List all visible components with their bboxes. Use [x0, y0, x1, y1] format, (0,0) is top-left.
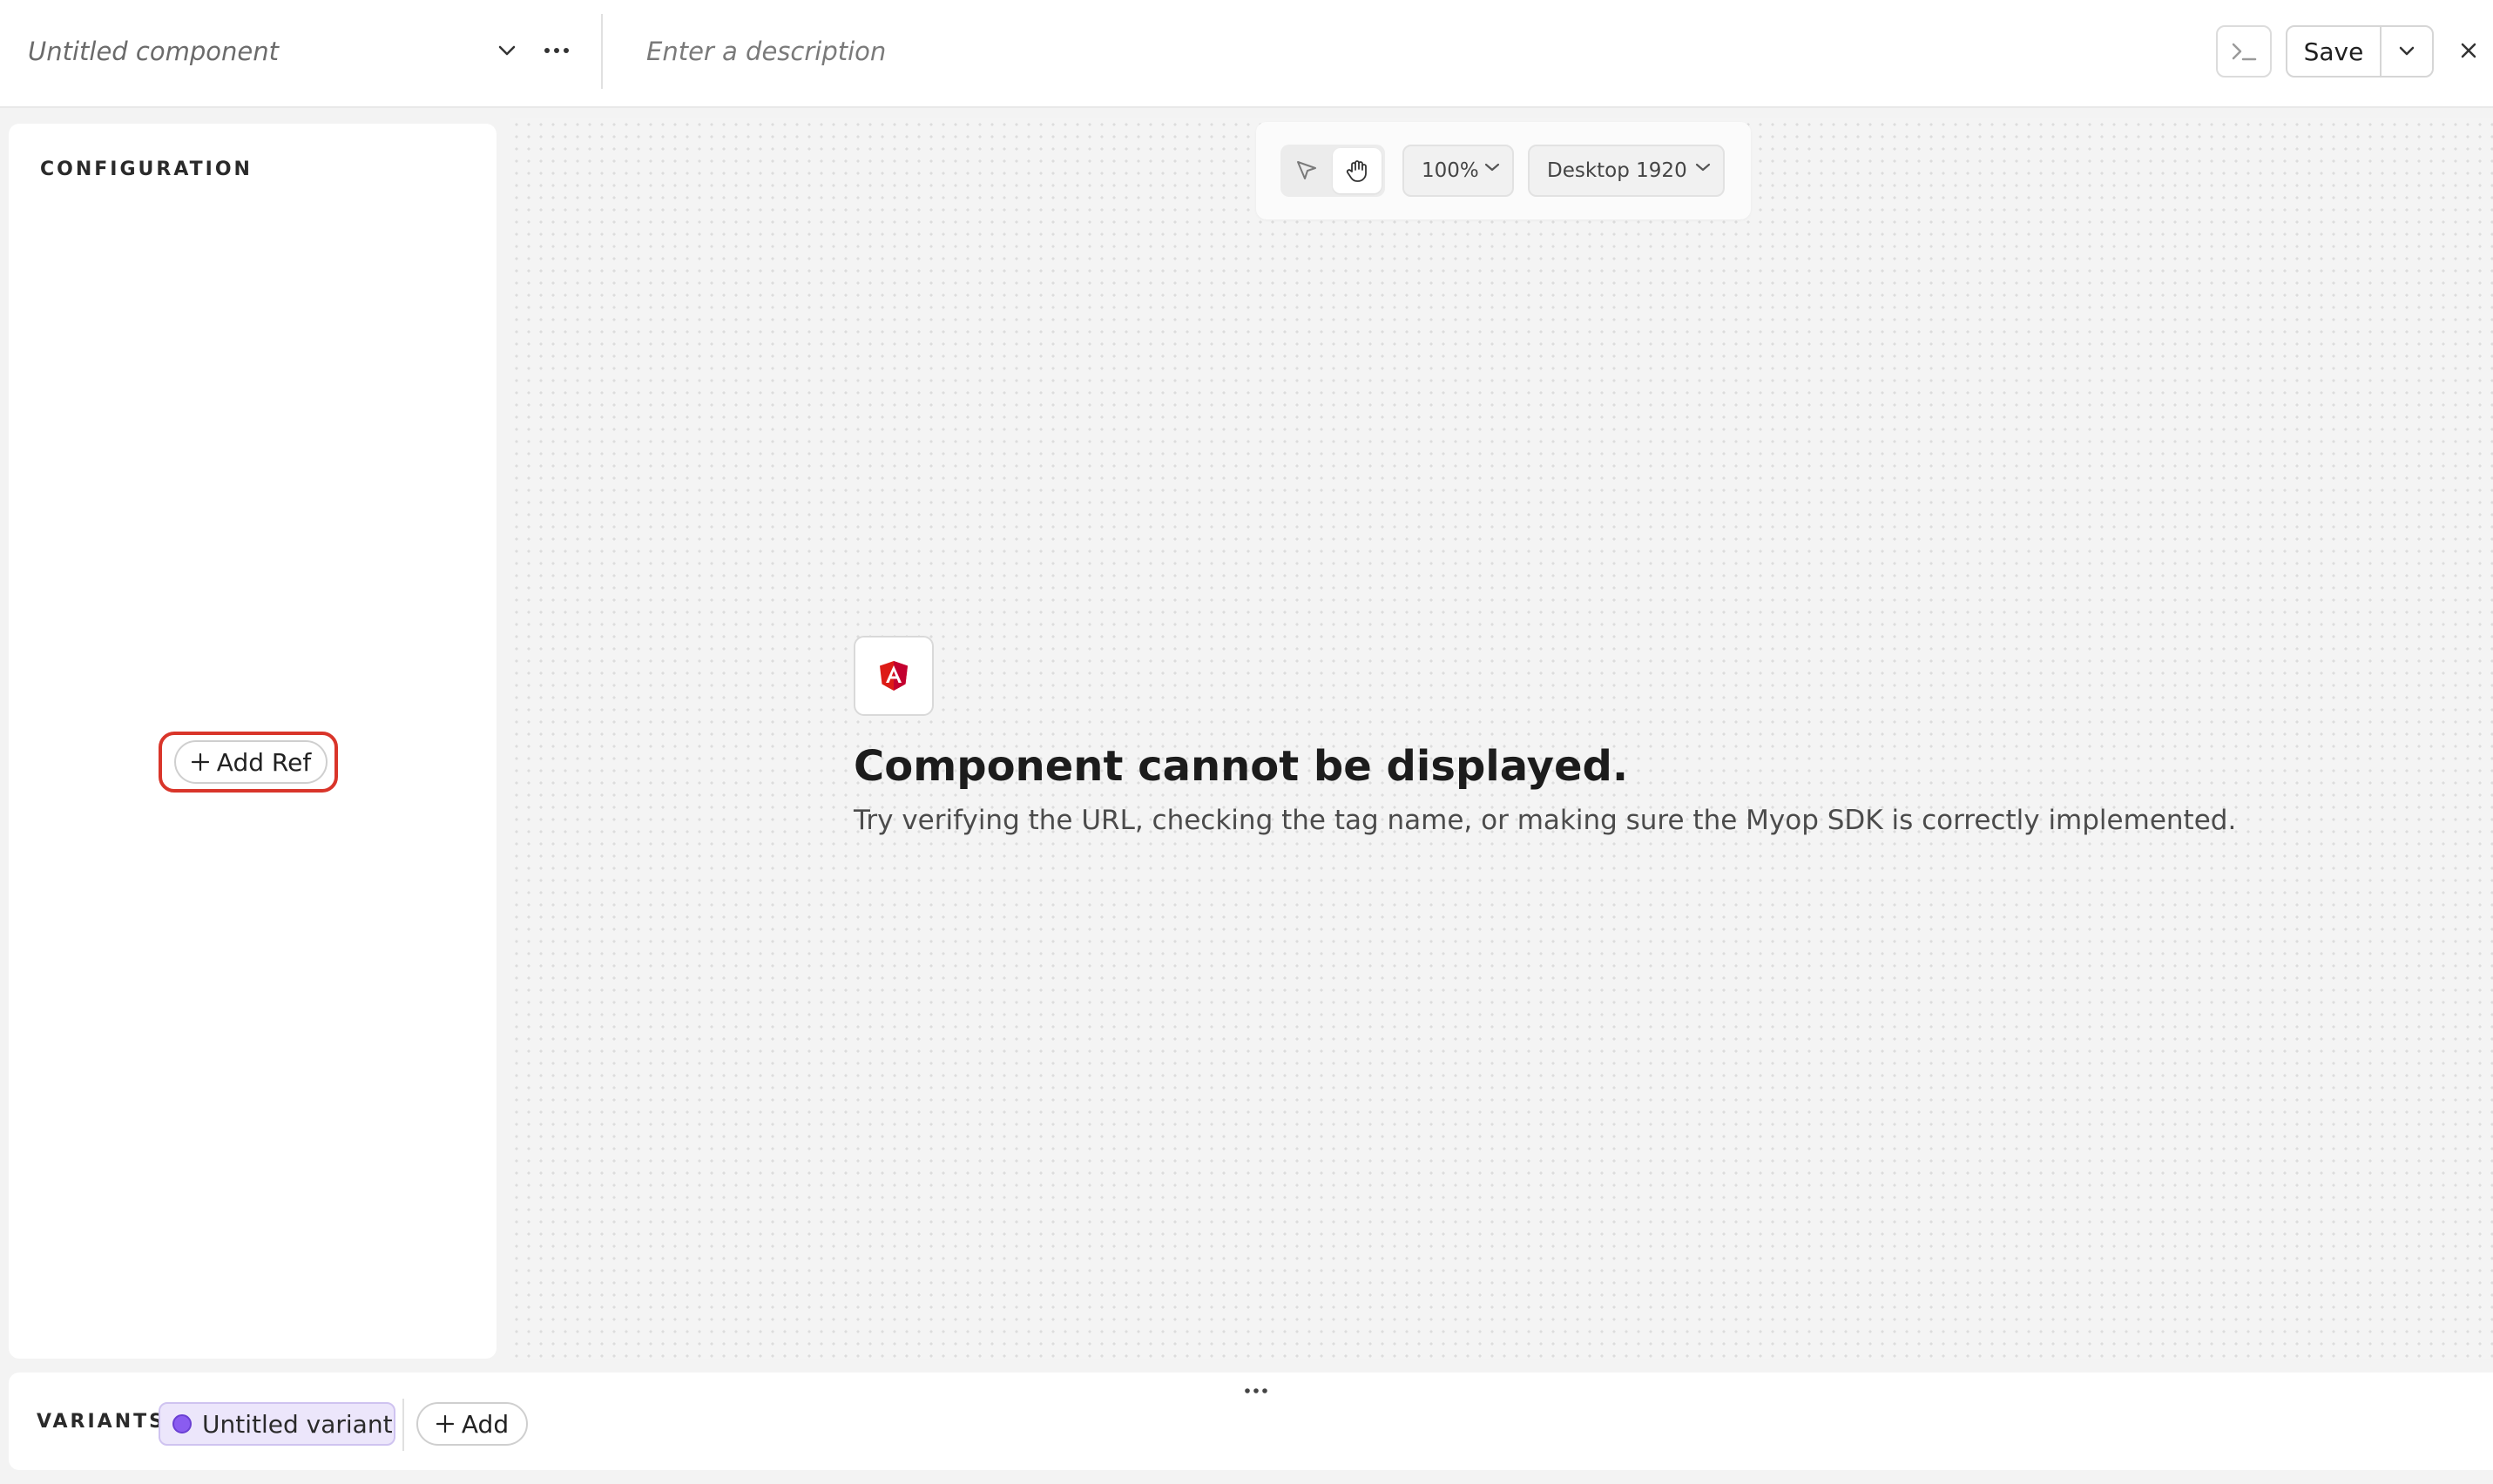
error-message: Try verifying the URL, checking the tag … — [854, 805, 2237, 836]
description-input[interactable] — [645, 26, 1868, 77]
variant-chip[interactable]: Untitled variant — [159, 1402, 395, 1446]
plus-icon — [191, 752, 209, 772]
plus-icon — [436, 1414, 454, 1433]
zoom-value: 100% — [1422, 159, 1479, 182]
top-bar: Save — [0, 0, 2493, 108]
more-horizontal-icon[interactable] — [535, 31, 578, 70]
tool-group — [1280, 145, 1385, 197]
resize-handle[interactable] — [1240, 1379, 1272, 1402]
chevron-down-icon — [2399, 46, 2415, 56]
save-options-button[interactable] — [2382, 27, 2432, 76]
add-variant-label: Add — [461, 1409, 510, 1439]
more-horizontal-icon — [1245, 1388, 1267, 1393]
device-select[interactable]: Desktop 1920 — [1528, 145, 1725, 197]
chevron-down-icon — [1695, 163, 1711, 172]
variants-divider — [402, 1399, 404, 1451]
add-ref-button[interactable]: Add Ref — [174, 740, 328, 784]
variant-label: Untitled variant — [202, 1409, 393, 1439]
zoom-select[interactable]: 100% — [1402, 145, 1514, 197]
cursor-arrow-icon — [1297, 161, 1316, 179]
chevron-down-icon[interactable] — [488, 31, 526, 70]
chevron-down-icon — [1484, 163, 1500, 172]
device-value: Desktop 1920 — [1547, 159, 1687, 182]
preview-canvas[interactable] — [510, 118, 2493, 1359]
hand-tool-button[interactable] — [1333, 148, 1382, 193]
hand-icon — [1346, 160, 1367, 182]
canvas-toolbar: 100% Desktop 1920 — [1256, 122, 1751, 219]
terminal-icon — [2232, 43, 2257, 61]
variant-color-dot — [172, 1414, 192, 1433]
console-button[interactable] — [2216, 25, 2272, 78]
add-variant-button[interactable]: Add — [416, 1402, 528, 1446]
save-button-group: Save — [2286, 25, 2434, 78]
component-title-input[interactable] — [26, 26, 483, 77]
close-icon[interactable] — [2455, 31, 2483, 70]
variants-label: VARIANTS — [37, 1411, 166, 1433]
angular-logo-icon — [880, 661, 908, 691]
configuration-title: CONFIGURATION — [40, 159, 253, 180]
header-divider — [601, 14, 603, 89]
add-ref-label: Add Ref — [216, 747, 312, 777]
configuration-panel: CONFIGURATION Add Ref — [9, 124, 497, 1359]
error-title: Component cannot be displayed. — [854, 742, 1629, 791]
save-button[interactable]: Save — [2287, 27, 2382, 76]
select-tool-button[interactable] — [1284, 148, 1329, 193]
framework-badge — [854, 636, 934, 716]
